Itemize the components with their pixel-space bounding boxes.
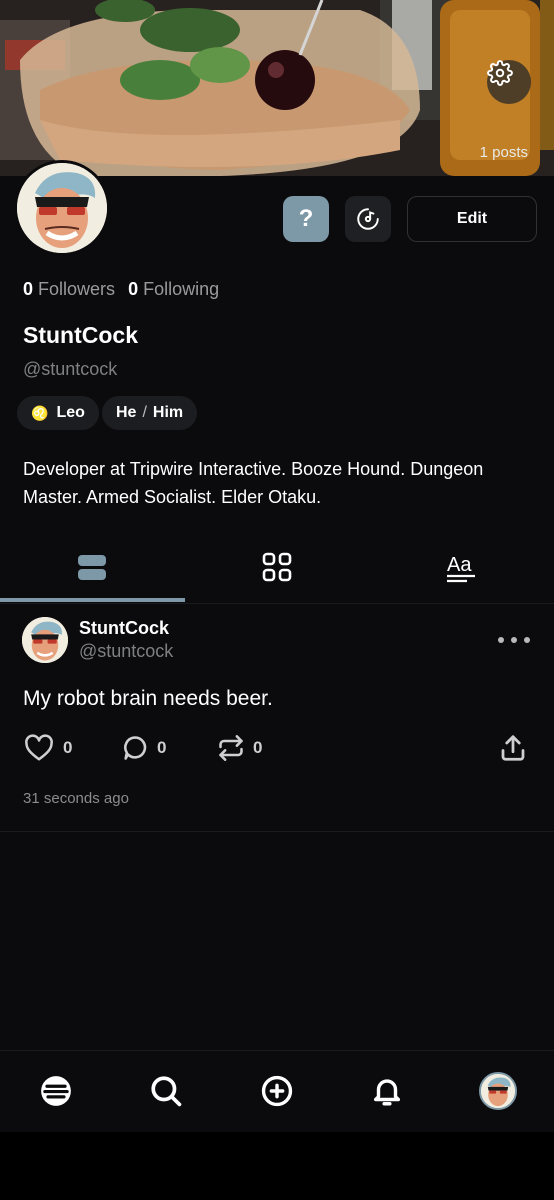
system-nav-bar [0, 1132, 554, 1200]
avatar-illustration [481, 1074, 515, 1108]
followers-count: 0 [23, 279, 34, 299]
profile-handle: @stuntcock [23, 359, 118, 379]
following-label: Following [143, 279, 220, 299]
dot [511, 637, 517, 643]
following-count: 0 [128, 279, 139, 299]
banner-image [0, 0, 554, 176]
create-icon [261, 1075, 293, 1107]
profile-music-button[interactable] [345, 196, 391, 242]
share-icon [501, 735, 525, 761]
text-aa-icon: Aa [447, 554, 475, 583]
profile-tabs: Aa [0, 530, 554, 604]
stacked-posts-icon [78, 555, 106, 580]
post-card[interactable]: StuntCock @stuntcock My robot brain need… [0, 604, 554, 832]
avatar-illustration [22, 617, 68, 663]
grid-icon [262, 552, 292, 582]
music-disc-icon [357, 208, 379, 230]
tab-posts[interactable] [0, 530, 184, 604]
post-body: My robot brain needs beer. [23, 687, 273, 710]
nav-create[interactable] [257, 1071, 297, 1111]
share-button[interactable] [498, 732, 528, 764]
bottom-nav [0, 1050, 554, 1132]
edit-profile-button[interactable]: Edit [407, 196, 537, 242]
posts-count: 1 posts [479, 144, 528, 161]
profile-bio: Developer at Tripwire Interactive. Booze… [23, 459, 484, 507]
reply-count: 0 [157, 738, 167, 757]
active-tab-indicator [0, 598, 185, 602]
repost-icon [219, 735, 243, 761]
profile-avatar-mini [479, 1072, 517, 1110]
pronouns-chip[interactable]: He / Him [102, 396, 198, 430]
dot [498, 637, 504, 643]
pronoun-subject: He [116, 404, 137, 421]
followers-label: Followers [38, 279, 116, 299]
like-count: 0 [63, 738, 73, 757]
zodiac-chip[interactable]: ♌ Leo [17, 396, 99, 430]
like-button[interactable]: 0 [23, 732, 72, 764]
nav-search[interactable] [146, 1071, 186, 1111]
nav-notifications[interactable] [367, 1071, 407, 1111]
pronoun-separator: / [142, 404, 147, 421]
avatar-illustration [17, 163, 107, 253]
svg-text:Aa: Aa [447, 554, 472, 576]
post-author-name[interactable]: StuntCock [79, 618, 169, 639]
comment-icon [124, 736, 147, 760]
followers-link[interactable]: 0 Followers [23, 279, 115, 299]
dot [524, 637, 530, 643]
search-icon [151, 1076, 182, 1107]
follow-stats: 0 Followers 0 Following [23, 279, 219, 300]
bell-icon [373, 1079, 401, 1106]
nav-profile[interactable] [478, 1071, 518, 1111]
post-timestamp: 31 seconds ago [23, 790, 129, 807]
gear-icon [487, 60, 513, 86]
reply-button[interactable]: 0 [121, 732, 166, 764]
zodiac-label: Leo [56, 404, 85, 421]
post-author-handle: @stuntcock [79, 641, 174, 661]
repost-count: 0 [253, 738, 263, 757]
profile-avatar[interactable] [14, 160, 110, 256]
home-icon [41, 1076, 71, 1106]
post-more-button[interactable] [494, 628, 534, 652]
heart-icon [25, 734, 53, 761]
help-button[interactable]: ? [283, 196, 329, 242]
nav-home[interactable] [36, 1071, 76, 1111]
repost-button[interactable]: 0 [217, 732, 262, 764]
tab-text[interactable]: Aa [370, 530, 554, 604]
profile-display-name: StuntCock [23, 322, 138, 348]
leo-sign-icon: ♌ [31, 404, 49, 421]
following-link[interactable]: 0 Following [128, 279, 219, 299]
post-author-avatar[interactable] [22, 617, 68, 663]
tab-grid[interactable] [185, 530, 369, 604]
settings-button[interactable] [487, 60, 531, 104]
profile-screen: 1 posts ? Edit 0 Followers 0 Following S… [0, 0, 554, 1132]
profile-banner[interactable]: 1 posts [0, 0, 554, 176]
pronoun-object: Him [152, 404, 184, 421]
